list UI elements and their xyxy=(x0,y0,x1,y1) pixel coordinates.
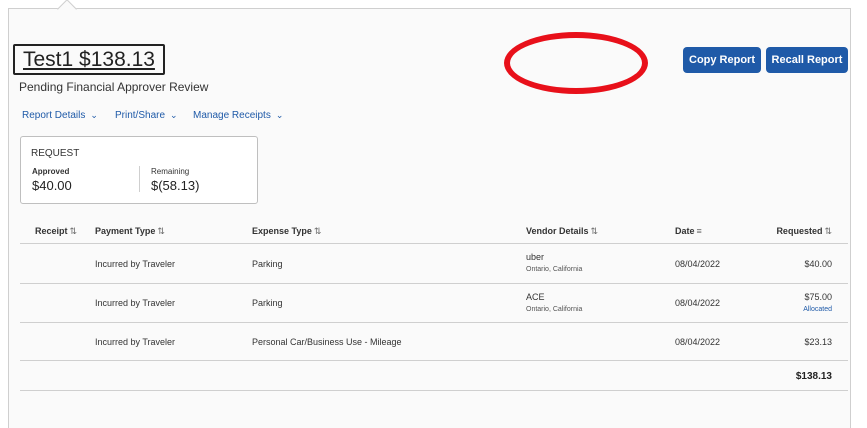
table-divider xyxy=(20,243,848,244)
column-header-requested-label: Requested xyxy=(776,226,823,236)
date-cell: 08/04/2022 xyxy=(675,337,721,347)
remaining-label: Remaining xyxy=(151,167,190,176)
table-divider xyxy=(20,360,848,361)
copy-report-button[interactable]: Copy Report xyxy=(683,47,761,73)
column-header-expense-label: Expense Type xyxy=(252,226,312,236)
remaining-value: $(58.13) xyxy=(151,178,200,193)
amount-cell: $23.13 xyxy=(804,337,832,347)
chevron-down-icon: ⌄ xyxy=(275,110,284,120)
report-title[interactable]: Test1 $138.13 xyxy=(23,49,155,70)
recall-report-button[interactable]: Recall Report xyxy=(766,47,848,73)
column-header-payment[interactable]: Payment Type ⇅ xyxy=(95,226,165,237)
column-header-receipt-label: Receipt xyxy=(35,226,68,236)
vendor-name-cell: ACE xyxy=(526,292,545,302)
scrollbar-track[interactable] xyxy=(850,8,858,428)
payment-type-cell: Incurred by Traveler xyxy=(95,337,176,347)
summary-divider xyxy=(139,166,140,192)
filter-icon: ≡ xyxy=(696,226,702,236)
column-header-expense[interactable]: Expense Type ⇅ xyxy=(252,226,321,237)
manage-receipts-menu[interactable]: Manage Receipts ⌄ xyxy=(193,110,283,121)
vendor-location-cell: Ontario, California xyxy=(526,306,583,313)
sort-icon: ⇅ xyxy=(590,226,599,236)
column-header-requested[interactable]: Requested ⇅ xyxy=(776,226,832,237)
column-header-payment-label: Payment Type xyxy=(95,226,156,236)
sort-icon: ⇅ xyxy=(157,226,165,236)
report-total: $138.13 xyxy=(795,371,832,382)
vendor-name-cell: uber xyxy=(526,252,545,262)
table-divider xyxy=(20,322,848,323)
payment-type-cell: Incurred by Traveler xyxy=(95,298,176,308)
request-summary-card: REQUEST Approved $40.00 Remaining $(58.1… xyxy=(20,136,258,204)
column-header-vendor-label: Vendor Details xyxy=(526,226,589,236)
date-cell: 08/04/2022 xyxy=(675,259,721,269)
red-annotation-circle xyxy=(504,32,648,94)
chevron-down-icon: ⌄ xyxy=(90,110,98,120)
print-share-label: Print/Share xyxy=(115,110,166,121)
sort-icon: ⇅ xyxy=(313,226,322,236)
sort-icon: ⇅ xyxy=(824,226,832,236)
payment-type-cell: Incurred by Traveler xyxy=(95,259,176,269)
sort-icon: ⇅ xyxy=(69,226,78,236)
amount-cell: $40.00 xyxy=(804,259,832,269)
expense-type-cell: Personal Car/Business Use - Mileage xyxy=(252,337,402,347)
expense-type-cell: Parking xyxy=(252,259,283,269)
allocated-link[interactable]: Allocated xyxy=(803,306,832,313)
date-cell: 08/04/2022 xyxy=(675,298,721,308)
approved-label: Approved xyxy=(32,167,70,176)
report-title-box[interactable]: Test1 $138.13 xyxy=(13,44,165,75)
report-status: Pending Financial Approver Review xyxy=(19,80,209,94)
chevron-down-icon: ⌄ xyxy=(170,110,178,120)
approved-value: $40.00 xyxy=(32,178,72,193)
summary-title: REQUEST xyxy=(31,148,80,159)
manage-receipts-label: Manage Receipts xyxy=(193,110,271,121)
table-divider xyxy=(20,283,848,284)
amount-cell: $75.00 xyxy=(804,292,832,302)
expense-type-cell: Parking xyxy=(252,298,283,308)
table-divider xyxy=(20,390,848,391)
column-header-receipt[interactable]: Receipt ⇅ xyxy=(35,226,77,237)
column-header-date[interactable]: Date ≡ xyxy=(675,226,702,236)
report-details-menu[interactable]: Report Details ⌄ xyxy=(22,110,98,121)
vendor-location-cell: Ontario, California xyxy=(526,266,583,273)
column-header-date-label: Date xyxy=(675,226,695,236)
print-share-menu[interactable]: Print/Share ⌄ xyxy=(115,110,178,121)
report-details-label: Report Details xyxy=(22,110,86,121)
column-header-vendor[interactable]: Vendor Details ⇅ xyxy=(526,226,598,237)
